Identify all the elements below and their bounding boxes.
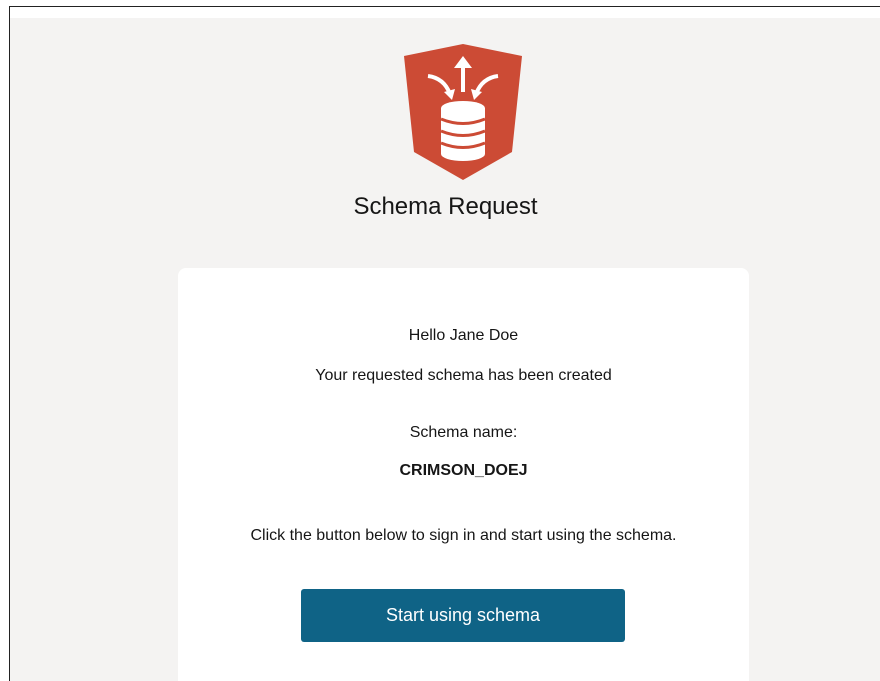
email-background: Schema Request Hello Jane Doe Your reque… [10, 18, 880, 681]
instructions-text: Click the button below to sign in and st… [250, 527, 677, 544]
message-card: Hello Jane Doe Your requested schema has… [178, 268, 749, 681]
database-merge-arrows-icon [404, 44, 522, 180]
app-title: Schema Request [353, 193, 538, 220]
email-frame: Schema Request Hello Jane Doe Your reque… [9, 6, 880, 681]
start-using-schema-button[interactable]: Start using schema [301, 589, 625, 642]
greeting-text: Hello Jane Doe [408, 327, 519, 344]
schema-name-value: CRIMSON_DOEJ [399, 462, 528, 479]
schema-name-label: Schema name: [409, 424, 518, 441]
status-message: Your requested schema has been created [315, 367, 612, 384]
